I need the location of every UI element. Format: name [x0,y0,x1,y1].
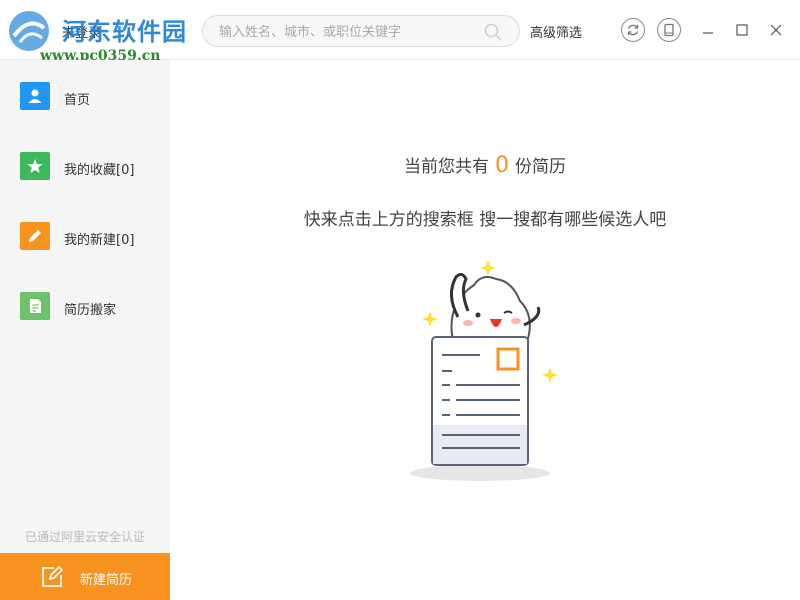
new-resume-button[interactable]: 新建简历 [0,553,170,600]
advanced-filter-button[interactable]: 高级筛选 [530,22,582,41]
sidebar: 首页 我的收藏[0] 我的新建[0] 简历搬家 已通过阿里云安全认证 新建简历 [0,60,170,600]
new-resume-label: 新建简历 [80,573,133,588]
sidebar-item-label: 简历搬家 [64,303,117,318]
resume-count: 0 [495,153,509,178]
sidebar-item-label: 我的新建[0] [64,233,135,248]
sidebar-item-home[interactable]: 首页 [0,77,170,117]
mobile-button[interactable] [657,18,681,42]
watermark-title: 河东软件园 [62,17,187,46]
close-icon [770,24,782,36]
security-cert-text: 已通过阿里云安全认证 [24,530,145,544]
search-input[interactable] [219,22,469,42]
maximize-button[interactable] [732,20,752,40]
empty-state-mascot-icon [410,260,558,481]
search-box[interactable] [202,15,520,47]
pencil-icon [20,222,50,250]
close-button[interactable] [766,20,786,40]
refresh-icon [627,24,639,36]
refresh-button[interactable] [621,18,645,42]
resume-count-line: 当前您共有 0 份简历 [170,152,800,178]
sidebar-item-resume-move[interactable]: 简历搬家 [0,287,170,327]
tablet-icon [664,23,674,37]
title-bar: 未登录 河东软件园 www.pc0359.cn 高级筛选 [0,0,800,64]
search-hint: 快来点击上方的搜索框 搜一搜都有哪些候选人吧 [303,210,667,230]
star-icon [20,152,50,180]
user-icon [20,82,50,110]
sidebar-item-my-created[interactable]: 我的新建[0] [0,217,170,257]
count-prefix: 当前您共有 [404,157,489,177]
edit-icon [42,565,64,587]
minimize-icon [703,32,713,34]
sidebar-item-label: 我的收藏[0] [64,163,135,178]
main-content: 当前您共有 0 份简历 快来点击上方的搜索框 搜一搜都有哪些候选人吧 [170,60,800,600]
sidebar-item-label: 首页 [64,93,91,108]
document-icon [20,292,50,320]
minimize-button[interactable] [698,20,718,40]
count-suffix: 份简历 [515,157,566,177]
search-icon[interactable] [483,22,503,42]
sidebar-item-favorites[interactable]: 我的收藏[0] [0,147,170,187]
maximize-icon [736,24,748,36]
